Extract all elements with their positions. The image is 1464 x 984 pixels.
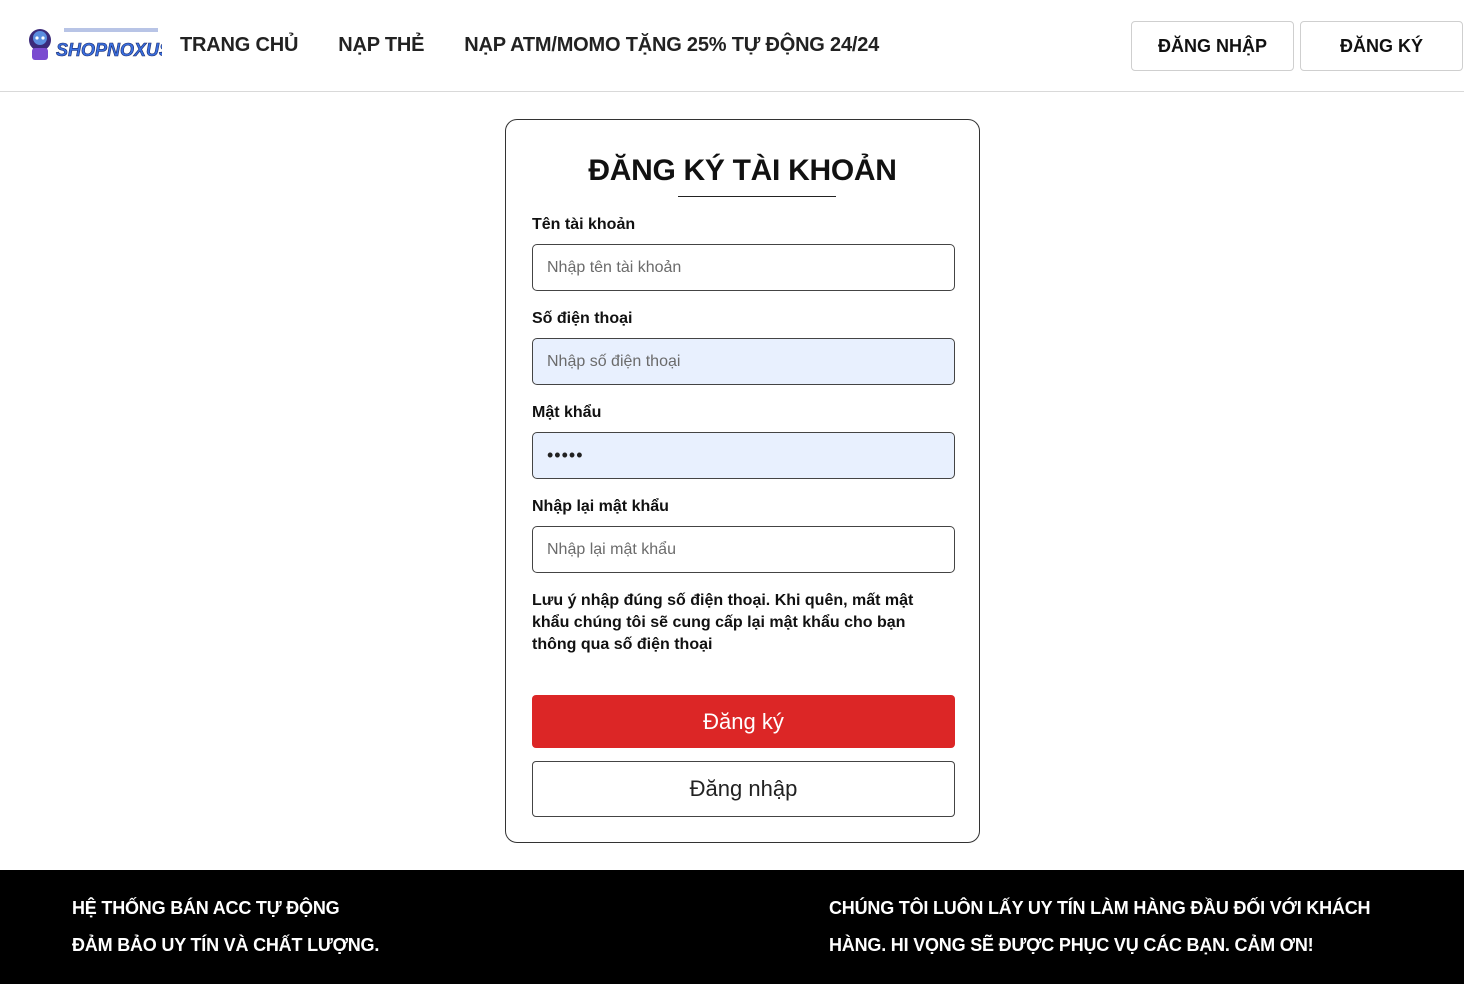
register-title: ĐĂNG KÝ TÀI KHOẢN: [588, 154, 897, 187]
main-nav: TRANG CHỦ NẠP THẺ NẠP ATM/MOMO TẶNG 25% …: [180, 30, 919, 60]
phone-label: Số điện thoại: [532, 310, 633, 327]
password-label: Mật khẩu: [532, 404, 602, 421]
nav-home[interactable]: TRANG CHỦ: [180, 30, 298, 60]
site-footer: HỆ THỐNG BÁN ACC TỰ ĐỘNG ĐẢM BẢO UY TÍN …: [0, 870, 1464, 984]
confirm-password-label: Nhập lại mật khẩu: [532, 498, 669, 515]
phone-input[interactable]: [532, 338, 955, 385]
register-card: ĐĂNG KÝ TÀI KHOẢN Tên tài khoản Số điện …: [505, 119, 980, 843]
footer-left-line1: HỆ THỐNG BÁN ACC TỰ ĐỘNG: [72, 898, 340, 918]
nav-topup-atm-momo[interactable]: NẠP ATM/MOMO TẶNG 25% TỰ ĐỘNG 24/24: [464, 30, 879, 60]
confirm-password-input[interactable]: [532, 526, 955, 573]
username-label: Tên tài khoản: [532, 216, 636, 233]
password-input[interactable]: [532, 432, 955, 479]
footer-left-line2: ĐẢM BẢO UY TÍN VÀ CHẤT LƯỢNG.: [72, 935, 380, 955]
header-register-button[interactable]: ĐĂNG KÝ: [1300, 21, 1463, 71]
site-logo[interactable]: SHOPNOXUSS.VN: [26, 22, 214, 64]
login-link-button[interactable]: Đăng nhập: [532, 761, 955, 817]
site-header: SHOPNOXUSS.VN TRANG CHỦ NẠP THẺ NẠP ATM/…: [0, 0, 1464, 92]
title-underline: [678, 196, 836, 197]
header-login-button[interactable]: ĐĂNG NHẬP: [1131, 21, 1294, 71]
footer-left: HỆ THỐNG BÁN ACC TỰ ĐỘNG ĐẢM BẢO UY TÍN …: [72, 890, 572, 964]
nav-topup-card[interactable]: NẠP THẺ: [338, 30, 424, 60]
phone-note: Lưu ý nhập đúng số điện thoại. Khi quên,…: [532, 592, 914, 653]
register-submit-button[interactable]: Đăng ký: [532, 695, 955, 748]
footer-right-text: CHÚNG TÔI LUÔN LẤY UY TÍN LÀM HÀNG ĐẦU Đ…: [829, 898, 1371, 955]
logo-text: SHOPNOXUSS.VN: [56, 40, 162, 60]
username-input[interactable]: [532, 244, 955, 291]
